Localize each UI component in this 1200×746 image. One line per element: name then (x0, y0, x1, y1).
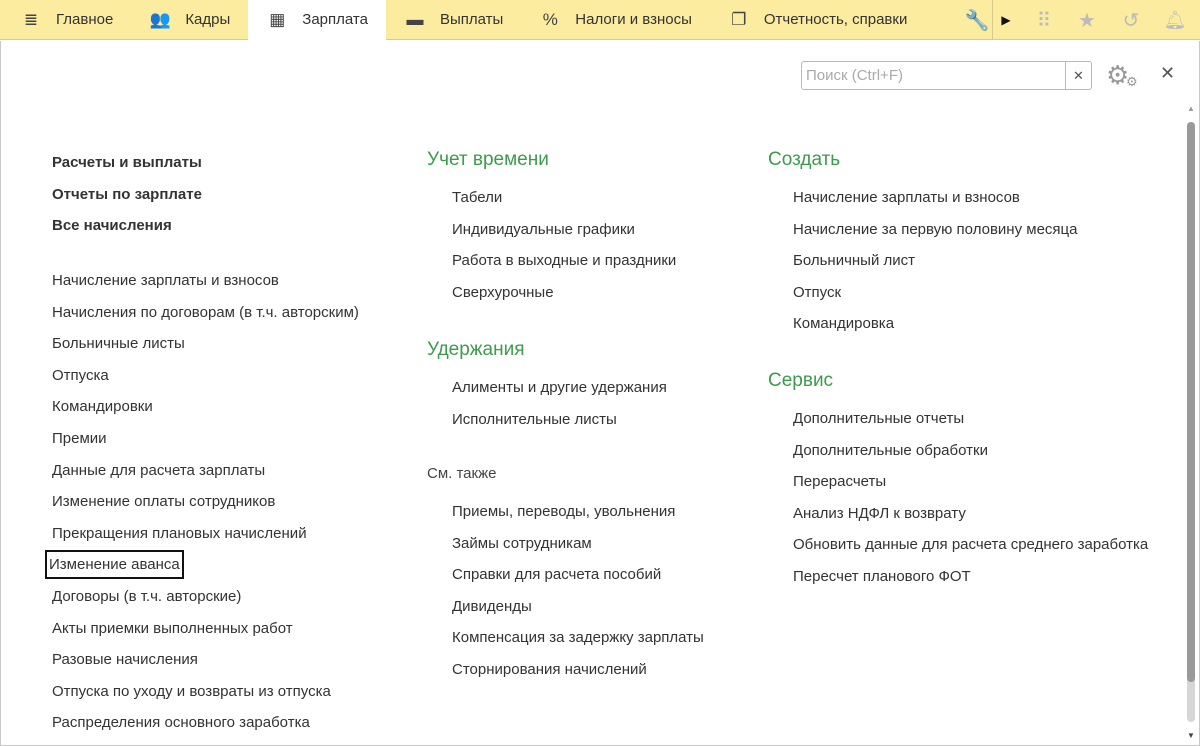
nav-link[interactable]: Командировки (52, 391, 359, 423)
section-panel: ≣ Главное 👥 Кадры ▦ Зарплата ▬ Выплаты% Налоги и… (0, 0, 1200, 40)
search-input[interactable] (802, 62, 1065, 89)
history-icon[interactable]: ↺ (1116, 0, 1146, 40)
nav-link[interactable]: Изменение оплаты сотрудников (52, 486, 359, 518)
close-icon[interactable]: ✕ (1160, 63, 1175, 84)
link-list: Приемы, переводы, увольнения Займы сотруд… (427, 496, 704, 686)
tab-label: Налоги и взносы (575, 11, 692, 28)
nav-link[interactable]: Анализ НДФЛ к возврату (793, 498, 1148, 530)
see-also-section: См. также Приемы, переводы, увольнения За… (427, 459, 704, 686)
nav-link[interactable]: Табели (452, 182, 676, 214)
tab-label: Главное (56, 11, 114, 28)
link-list: Начисление зарплаты и взносов Начисление … (768, 182, 1077, 340)
wallet-icon: ▬ (406, 9, 424, 29)
section-heading: Учет времени (427, 149, 549, 170)
menu-icon: ≣ (23, 9, 39, 29)
nav-link[interactable]: Перерасчеты (793, 466, 1148, 498)
tab-label: Кадры (185, 11, 231, 28)
nav-link[interactable]: Сторнирования начислений (452, 654, 704, 686)
left-bold-links: Расчеты и выплаты Отчеты по зарплате Все н… (52, 147, 202, 242)
nav-link[interactable]: Индивидуальные графики (452, 214, 676, 246)
nav-link[interactable]: Расчеты и выплаты (52, 147, 202, 179)
nav-link[interactable]: Разовые начисления (52, 644, 359, 676)
nav-link[interactable]: Отпуска по уходу и возвраты из отпуска (52, 676, 359, 708)
section-tabs: ≣ Главное 👥 Кадры ▦ Зарплата ▬ Выплаты% Налоги и… (0, 0, 925, 40)
wrench-icon[interactable]: 🔧 (962, 0, 992, 40)
calculator-icon: ▦ (269, 9, 286, 29)
nav-link[interactable]: Алименты и другие удержания (452, 372, 667, 404)
nav-link[interactable]: Отчеты по зарплате (52, 179, 202, 211)
nav-link[interactable]: Отпуска (52, 360, 359, 392)
tab-people[interactable]: 👥 Кадры (131, 0, 248, 40)
more-sections-arrow-icon[interactable]: ▶ (996, 0, 1016, 40)
tab-menu[interactable]: ≣ Главное (2, 0, 131, 40)
apps-grid-icon[interactable]: ⠿ (1028, 0, 1060, 40)
documents-icon: ❐ (731, 9, 747, 29)
nav-link[interactable]: Приемы, переводы, увольнения (452, 496, 704, 528)
nav-link-focused[interactable]: Изменение аванса (45, 550, 184, 580)
percent-icon: % (542, 9, 558, 29)
left-links: Начисление зарплаты и взносов Начисления … (45, 265, 359, 739)
nav-link[interactable]: Исполнительные листы (452, 404, 667, 436)
search-box: ✕ (801, 61, 1092, 90)
nav-link[interactable]: Больничный лист (793, 245, 1077, 277)
nav-link[interactable]: Дополнительные обработки (793, 435, 1148, 467)
nav-link[interactable]: Акты приемки выполненных работ (52, 613, 359, 645)
nav-link[interactable]: Займы сотрудникам (452, 528, 704, 560)
vertical-scrollbar[interactable]: ▲ ▼ (1185, 104, 1197, 740)
nav-link[interactable]: Начисления по договорам (в т.ч. авторски… (52, 297, 359, 329)
nav-link[interactable]: Дивиденды (452, 591, 704, 623)
nav-link[interactable]: Отпуск (793, 277, 1077, 309)
settings-gear-icon[interactable]: ⚙ ⚙ (1106, 60, 1138, 91)
nav-link[interactable]: Дополнительные отчеты (793, 403, 1148, 435)
time-section: Учет времени Табели Индивидуальные график… (427, 145, 676, 308)
nav-link[interactable]: Все начисления (52, 210, 202, 242)
deductions-section: Удержания Алименты и другие удержания Исп… (427, 335, 667, 435)
tab-documents[interactable]: ❐ Отчетность, справки (710, 0, 925, 40)
scroll-thumb[interactable] (1187, 122, 1195, 682)
service-section: Сервис Дополнительные отчеты Дополнительн… (768, 366, 1148, 593)
section-heading: Создать (768, 149, 841, 170)
nav-link[interactable]: Прекращения плановых начислений (52, 518, 359, 550)
nav-link[interactable]: Начисление за первую половину месяца (793, 214, 1077, 246)
nav-link[interactable]: Договоры (в т.ч. авторские) (52, 581, 359, 613)
tab-calculator[interactable]: ▦ Зарплата (248, 0, 386, 40)
tab-wallet[interactable]: ▬ Выплаты (386, 0, 521, 40)
people-icon: 👥 (149, 9, 171, 29)
section-heading: См. также (427, 465, 497, 482)
create-section: Создать Начисление зарплаты и взносов Нач… (768, 145, 1077, 340)
nav-link[interactable]: Командировка (793, 308, 1077, 340)
section-heading: Сервис (768, 370, 834, 391)
nav-link[interactable]: Начисление зарплаты и взносов (52, 265, 359, 297)
nav-link[interactable]: Премии (52, 423, 359, 455)
nav-link[interactable]: Обновить данные для расчета среднего зар… (793, 529, 1148, 561)
scroll-up-arrow-icon[interactable]: ▲ (1187, 104, 1195, 113)
nav-link[interactable]: Начисление зарплаты и взносов (793, 182, 1077, 214)
nav-link[interactable]: Работа в выходные и праздники (452, 245, 676, 277)
tab-label: Зарплата (302, 11, 368, 28)
nav-link[interactable]: Компенсация за задержку зарплаты (452, 622, 704, 654)
divider (992, 0, 993, 40)
notifications-bell-icon[interactable]: 🔔︎ (1160, 0, 1190, 40)
nav-link[interactable]: Сверхурочные (452, 277, 676, 309)
nav-link[interactable]: Справки для расчета пособий (452, 559, 704, 591)
focused-item-wrapper: Изменение аванса (45, 549, 359, 581)
clear-search-button[interactable]: ✕ (1065, 62, 1091, 89)
nav-link[interactable]: Пересчет планового ФОТ (793, 561, 1148, 593)
section-heading: Удержания (427, 339, 525, 360)
link-list: Табели Индивидуальные графики Работа в вых… (427, 182, 676, 308)
favorites-star-icon[interactable]: ★ (1072, 0, 1102, 40)
scroll-down-arrow-icon[interactable]: ▼ (1187, 731, 1195, 740)
tab-percent[interactable]: % Налоги и взносы (521, 0, 710, 40)
nav-link[interactable]: Данные для расчета зарплаты (52, 455, 359, 487)
tab-label: Выплаты (439, 11, 504, 28)
link-list: Дополнительные отчеты Дополнительные обра… (768, 403, 1148, 593)
tab-label: Отчетность, справки (763, 11, 908, 28)
link-list: Алименты и другие удержания Исполнительны… (427, 372, 667, 435)
nav-link[interactable]: Распределения основного заработка (52, 707, 359, 739)
nav-link[interactable]: Больничные листы (52, 328, 359, 360)
